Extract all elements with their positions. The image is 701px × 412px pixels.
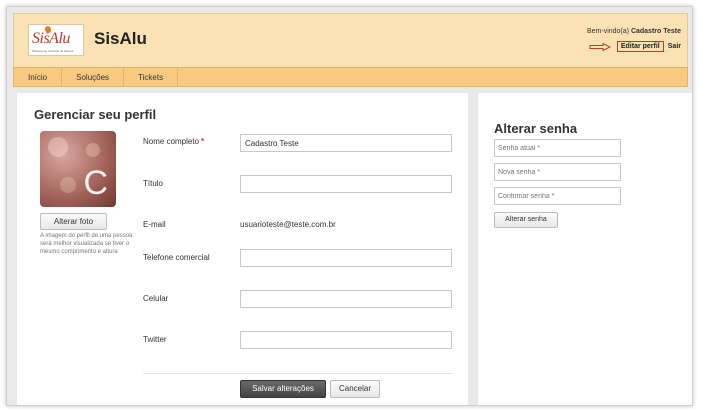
email-label: E-mail	[143, 220, 166, 229]
page-title: Gerenciar seu perfil	[34, 107, 157, 122]
arrow-right-icon	[589, 42, 611, 51]
title-input[interactable]	[240, 175, 452, 193]
avatar-letter: C	[83, 164, 108, 202]
app-frame: SisAlu Sistema de Controle de Alunos Sis…	[6, 6, 693, 406]
logout-link[interactable]: Sair	[668, 43, 681, 50]
photo-hint: A imagem do perfil de uma pessoa será me…	[40, 233, 133, 255]
confirm-password-input[interactable]	[494, 187, 621, 205]
nav-item-tickets[interactable]: Tickets	[124, 68, 179, 86]
new-password-input[interactable]	[494, 163, 621, 181]
nav-item-solucoes[interactable]: Soluções	[62, 68, 125, 86]
mobile-label: Celular	[143, 294, 169, 303]
main-nav: Início Soluções Tickets	[13, 67, 688, 87]
brand-title: SisAlu	[94, 29, 147, 48]
form-divider	[143, 373, 453, 374]
top-header: SisAlu Sistema de Controle de Alunos Sis…	[13, 13, 688, 67]
title-label: Título	[143, 179, 164, 188]
phone-label: Telefone comercial	[143, 253, 210, 262]
avatar-bokeh	[48, 137, 68, 157]
phone-input[interactable]	[240, 249, 452, 267]
welcome-message: Bem-vindo(a) Cadastro Teste	[587, 28, 681, 35]
avatar-bokeh	[86, 143, 100, 157]
welcome-prefix: Bem-vindo(a)	[586, 28, 629, 35]
required-mark: *	[201, 137, 205, 146]
avatar-bokeh	[60, 177, 76, 193]
logo[interactable]: SisAlu Sistema de Controle de Alunos	[28, 24, 84, 56]
nav-item-inicio[interactable]: Início	[14, 68, 63, 86]
cancel-button[interactable]: Cancelar	[330, 380, 380, 398]
avatar[interactable]: C	[40, 131, 116, 207]
edit-profile-link[interactable]: Editar perfil	[616, 41, 664, 52]
logo-subtitle: Sistema de Controle de Alunos	[32, 49, 74, 53]
twitter-input[interactable]	[240, 331, 452, 349]
password-title: Alterar senha	[494, 121, 578, 136]
change-password-button[interactable]: Alterar senha	[494, 212, 558, 228]
email-value: usuarioteste@teste.com.br	[240, 220, 336, 229]
change-photo-button[interactable]: Alterar foto	[40, 213, 107, 230]
full-name-label-text: Nome completo	[143, 137, 200, 146]
profile-panel: Gerenciar seu perfil C Alterar foto A im…	[17, 93, 468, 405]
twitter-label: Twitter	[143, 335, 167, 344]
password-panel: Alterar senha Alterar senha	[478, 93, 692, 405]
full-name-label: Nome completo *	[143, 137, 204, 146]
logo-text: SisAlu	[32, 30, 70, 47]
mobile-input[interactable]	[240, 290, 452, 308]
current-password-input[interactable]	[494, 139, 621, 157]
full-name-input[interactable]	[240, 134, 452, 152]
profile-links: Editar perfil Sair	[589, 41, 681, 52]
user-name: Cadastro Teste	[630, 28, 681, 35]
save-button[interactable]: Salvar alterações	[240, 380, 326, 398]
